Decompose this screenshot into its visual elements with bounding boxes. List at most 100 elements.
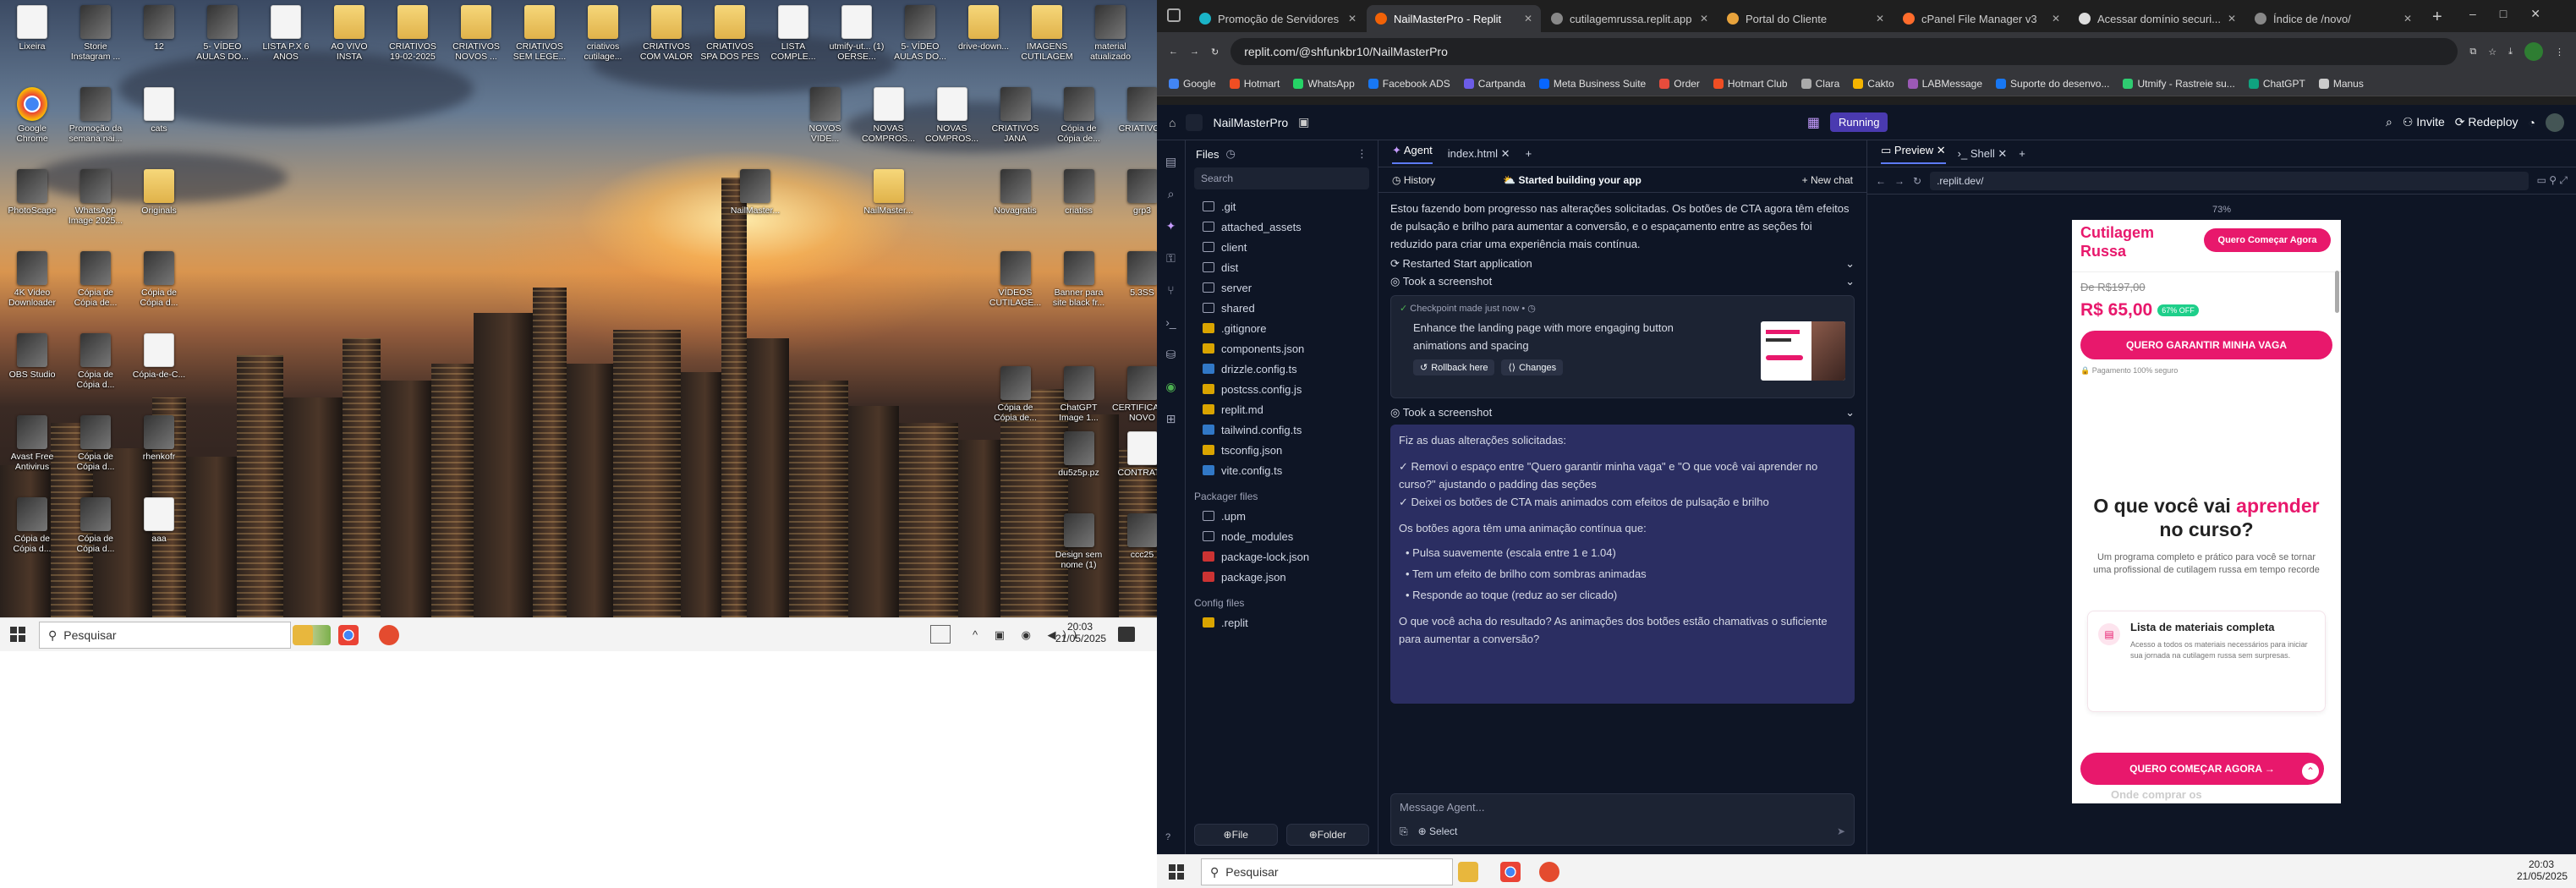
- apps-tool-icon[interactable]: ⊞: [1157, 403, 1185, 435]
- console-tool-icon[interactable]: ›_: [1157, 306, 1185, 338]
- restarted-row[interactable]: ⟳ Restarted Start application ⌄: [1390, 255, 1855, 272]
- desktop-icon[interactable]: Promoção da semana nai...: [65, 87, 126, 144]
- file-tree-item[interactable]: client: [1186, 237, 1378, 257]
- desktop-icon[interactable]: CRIATIVOS NOVOS ...: [446, 5, 507, 62]
- profile-avatar[interactable]: [2524, 42, 2543, 61]
- chrome-taskbar-icon-2[interactable]: [1500, 862, 1521, 882]
- files-tool-icon[interactable]: ▤: [1157, 145, 1185, 178]
- rollback-button[interactable]: ↺ Rollback here: [1413, 359, 1495, 375]
- help-icon[interactable]: ?: [1165, 832, 1170, 842]
- snipping-tool-icon[interactable]: [379, 625, 399, 645]
- history-icon[interactable]: ◷: [1225, 147, 1235, 161]
- sticky-cta-button[interactable]: QUERO COMEÇAR AGORA →: [2080, 753, 2324, 785]
- new-chat-button[interactable]: + New chat: [1802, 174, 1853, 186]
- scroll-top-icon[interactable]: ⌃: [2302, 763, 2319, 780]
- desktop-icon[interactable]: AO VIVO INSTA: [319, 5, 380, 62]
- download-icon[interactable]: ⤓: [2508, 47, 2513, 58]
- run-icon[interactable]: ▦: [1807, 114, 1820, 131]
- bookmark-item[interactable]: LABMessage: [1907, 78, 1982, 90]
- agent-tool-icon[interactable]: ✦: [1157, 210, 1185, 242]
- desktop-icon[interactable]: WhatsApp Image 2025...: [65, 169, 126, 226]
- files-search[interactable]: Search: [1194, 167, 1369, 189]
- close-tab-icon[interactable]: ✕: [2228, 13, 2236, 25]
- desktop-icon[interactable]: CRIATIVOS SPA DOS PES: [699, 5, 760, 62]
- bookmark-item[interactable]: Cakto: [1853, 78, 1894, 90]
- redeploy-button[interactable]: ⟳ Redeploy: [2455, 115, 2518, 129]
- bookmark-item[interactable]: Manus: [2318, 78, 2364, 90]
- desktop-icon[interactable]: CRIATIVOS SEM LEGE...: [509, 5, 570, 62]
- desktop-icon[interactable]: Cópia de Cópia d...: [2, 497, 63, 554]
- desktop-icon[interactable]: IMAGENS CUTILAGEM: [1017, 5, 1077, 62]
- browser-tab[interactable]: cPanel File Manager v3 ✕: [1894, 5, 2069, 32]
- file-tree-item[interactable]: .replit: [1186, 612, 1378, 633]
- header-cta-button[interactable]: Quero Começar Agora: [2204, 228, 2331, 252]
- changes-button[interactable]: ⟨⟩ Changes: [1501, 359, 1564, 375]
- browser-tab[interactable]: Promoção de Servidores ✕: [1191, 5, 1365, 32]
- files-menu-icon[interactable]: ⋮: [1357, 147, 1367, 161]
- file-tree-item[interactable]: tailwind.config.ts: [1186, 419, 1378, 440]
- browser-tab[interactable]: Portal do Cliente ✕: [1718, 5, 1893, 32]
- desktop-icon[interactable]: Cópia de Cópia de...: [985, 365, 1046, 423]
- invite-button[interactable]: ⚇ Invite: [2403, 115, 2445, 129]
- desktop-icon[interactable]: Cópia de Cópia d...: [129, 251, 189, 308]
- desktop-icon[interactable]: 5- VÍDEO AULAS DO...: [890, 5, 951, 62]
- bookmark-item[interactable]: Meta Business Suite: [1538, 78, 1646, 90]
- desktop-icon[interactable]: 5.3SS: [1112, 251, 1157, 298]
- reload-icon[interactable]: ↻: [1211, 47, 1219, 58]
- tab-index-html[interactable]: index.html ✕: [1448, 147, 1510, 161]
- desktop-icon[interactable]: cats: [129, 87, 189, 134]
- new-tab-button[interactable]: +: [2422, 8, 2453, 32]
- tab-preview[interactable]: ▭ Preview ✕: [1881, 144, 1946, 164]
- bookmark-item[interactable]: Google: [1169, 78, 1216, 90]
- file-tree-item[interactable]: .git: [1186, 196, 1378, 217]
- file-tree-item[interactable]: .gitignore: [1186, 318, 1378, 338]
- bookmark-item[interactable]: Utmify - Rastreie su...: [2123, 78, 2235, 90]
- close-tab-icon[interactable]: ✕: [1524, 13, 1532, 25]
- bookmark-star-icon[interactable]: ☆: [2488, 47, 2497, 58]
- desktop-icon[interactable]: PhotoScape: [2, 169, 63, 216]
- tab-shell[interactable]: ›_ Shell ✕: [1958, 147, 2008, 161]
- desktop-icon[interactable]: CRIATIVOS 19-02-2025: [382, 5, 443, 62]
- send-icon[interactable]: ➤: [1837, 825, 1845, 838]
- file-tree-item[interactable]: node_modules: [1186, 526, 1378, 546]
- file-tree-item[interactable]: dist: [1186, 257, 1378, 277]
- select-button[interactable]: ⊕ Select: [1418, 825, 1458, 838]
- desktop-icon[interactable]: Storie Instagram ...: [65, 5, 126, 62]
- bookmark-item[interactable]: Facebook ADS: [1367, 78, 1450, 90]
- desktop-icon[interactable]: 5- VÍDEO AULAS DO...: [192, 5, 253, 62]
- preview-back-icon[interactable]: ←: [1876, 175, 1886, 187]
- desktop-icon[interactable]: CERTIFICADO NOVO: [1112, 365, 1157, 423]
- desktop-icon[interactable]: 4K Video Downloader: [2, 251, 63, 308]
- back-icon[interactable]: ←: [1169, 47, 1178, 57]
- chrome-taskbar-icon[interactable]: [338, 625, 359, 645]
- desktop-icon[interactable]: NOVAS COMPROS...: [858, 87, 919, 144]
- file-tree-item[interactable]: attached_assets: [1186, 217, 1378, 237]
- deploy-tool-icon[interactable]: ◉: [1157, 370, 1185, 403]
- extensions-icon[interactable]: ⧉: [2469, 47, 2476, 58]
- preview-url-bar[interactable]: .replit.dev/: [1930, 171, 2529, 190]
- screenshot-row-2[interactable]: ◎ Took a screenshot ⌄: [1390, 403, 1855, 421]
- desktop-icon[interactable]: OBS Studio: [2, 333, 63, 380]
- main-cta-button[interactable]: QUERO GARANTIR MINHA VAGA: [2080, 331, 2332, 359]
- home-icon[interactable]: ⌂: [1169, 116, 1176, 129]
- bookmark-item[interactable]: Cartpanda: [1463, 78, 1526, 90]
- taskbar-search-2[interactable]: ⚲ Pesquisar: [1201, 858, 1453, 885]
- new-folder-button[interactable]: ⊕ Folder: [1285, 824, 1369, 846]
- desktop-icon[interactable]: CRIATIVOS: [1112, 87, 1157, 134]
- bookmark-item[interactable]: WhatsApp: [1293, 78, 1355, 90]
- new-file-button[interactable]: ⊕ File: [1194, 824, 1278, 846]
- desktop-icon[interactable]: NailMaster...: [725, 169, 786, 216]
- tab-agent[interactable]: ✦ Agent: [1392, 144, 1433, 164]
- desktop-icon[interactable]: Cópia de Cópia d...: [65, 497, 126, 554]
- desktop-icon[interactable]: NailMaster...: [858, 169, 919, 216]
- add-preview-tab-icon[interactable]: +: [2019, 147, 2025, 160]
- desktop-icon[interactable]: Cópia de Cópia de...: [1049, 87, 1110, 144]
- desktop-icon[interactable]: rhenkofr: [129, 415, 189, 462]
- bookmark-item[interactable]: Clara: [1800, 78, 1839, 90]
- menu-dots-icon[interactable]: ⋮: [2555, 47, 2564, 58]
- file-tree-item[interactable]: components.json: [1186, 338, 1378, 359]
- notifications-icon[interactable]: [1118, 627, 1135, 642]
- browser-tab[interactable]: cutilagemrussa.replit.app ✕: [1543, 5, 1717, 32]
- notifications-icon[interactable]: ◔: [2529, 116, 2535, 129]
- snipping-tool-icon-2[interactable]: [1539, 862, 1559, 882]
